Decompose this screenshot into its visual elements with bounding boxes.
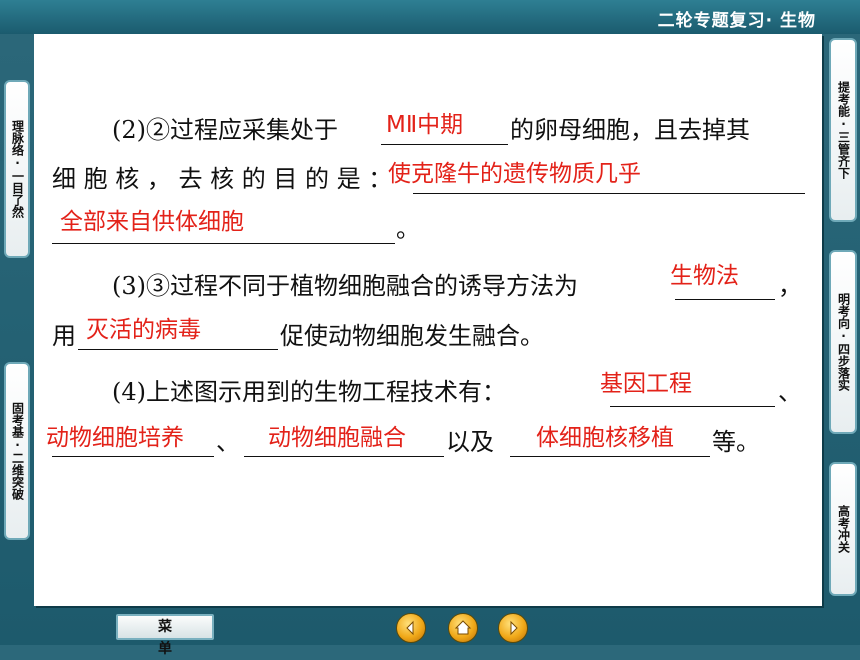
right-tab-ability[interactable]: 提考能·三管齐下 [829,38,857,222]
q4-answer3: 动物细胞融合 [268,425,406,451]
left-tab-overview[interactable]: 理脉络·一目了然 [4,80,30,258]
q4-blank1 [610,406,775,407]
q3-blank1 [675,299,775,300]
q2-line2-prefix: 细 胞 核 ， 去 核 的 目 的 是 ： [52,165,393,193]
q4-sep2: 以及 [446,428,494,456]
right-tab-exam-label: 高考冲关 [836,505,851,553]
q4-blank2 [52,456,214,457]
right-tab-ability-label: 提考能·三管齐下 [836,81,851,179]
q4-sep1: 、 [216,428,240,456]
q3-answer2: 灭活的病毒 [86,317,201,343]
q3-line1: (3)③过程不同于植物细胞融合的诱导方法为 [112,272,578,300]
left-tab-overview-label: 理脉络·一目了然 [10,120,25,218]
q4-answer1: 基因工程 [600,371,692,397]
right-tab-direction-label: 明考向·四步落实 [836,293,851,391]
q3-line1-end: ， [778,272,802,300]
q2-answer1: MⅡ中期 [386,112,464,138]
left-tab-basics-label: 固考基·二维突破 [10,402,25,500]
q4-answer2: 动物细胞培养 [46,425,184,451]
q4-line1-end: 、 [778,378,802,406]
q4-blank3 [244,456,444,457]
q3-line2-prefix: 用 [52,322,76,350]
q3-blank2 [78,349,278,350]
forward-icon[interactable] [498,613,528,643]
right-tab-direction[interactable]: 明考向·四步落实 [829,250,857,434]
q2-line3-end: 。 [396,215,420,243]
q2-blank1 [381,144,508,145]
q2-line1-suffix: 的卵母细胞，且去掉其 [510,116,750,144]
q3-line2-suffix: 促使动物细胞发生融合。 [280,322,544,350]
q2-answer2a: 使克隆牛的遗传物质几乎 [388,161,641,187]
q4-end: 等。 [712,428,760,456]
menu-button[interactable]: 菜单 [116,614,214,657]
q2-answer2b: 全部来自供体细胞 [60,209,244,235]
header-bar: 二轮专题复习· 生物 [0,0,860,34]
q4-line1: (4)上述图示用到的生物工程技术有： [112,378,506,406]
q2-line1-prefix: (2)②过程应采集处于 [112,116,338,144]
back-home-icon[interactable] [396,613,426,643]
q3-answer1: 生物法 [670,263,739,289]
q4-blank4 [510,456,710,457]
q2-blank2b [52,243,395,244]
q2-blank2a [413,193,805,194]
home-icon[interactable] [448,613,478,643]
left-tab-basics[interactable]: 固考基·二维突破 [4,362,30,540]
q4-answer4: 体细胞核移植 [536,425,674,451]
header-title: 二轮专题复习· 生物 [657,11,816,31]
right-tab-exam[interactable]: 高考冲关 [829,462,857,596]
